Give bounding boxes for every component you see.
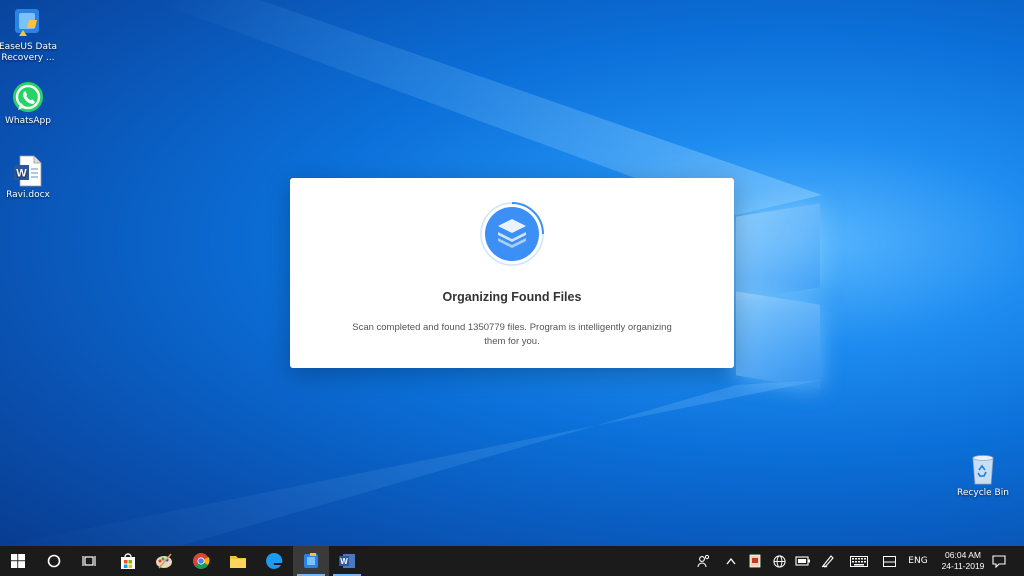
windows-start-icon: [11, 554, 25, 568]
svg-text:W: W: [16, 168, 27, 180]
desktop-icon-easeus[interactable]: EaseUS Data Recovery ...: [0, 6, 65, 64]
taskbar: W ENG 06:04 AM 24-11-2019: [0, 546, 1024, 576]
tray-app-icon[interactable]: [745, 546, 765, 576]
dialog-message: Scan completed and found 1350779 files. …: [352, 322, 672, 347]
taskbar-paint[interactable]: [146, 546, 182, 576]
chevron-up-icon: [726, 557, 736, 565]
tablet-mode-button[interactable]: [878, 546, 900, 576]
window-icon: [882, 555, 896, 567]
pen-workspace-button[interactable]: [817, 546, 839, 576]
touch-keyboard-button[interactable]: [846, 546, 872, 576]
desktop: EaseUS Data Recovery ... WhatsApp W Ravi…: [0, 0, 1024, 546]
input-language-button[interactable]: ENG: [904, 546, 932, 576]
taskbar-store[interactable]: [110, 546, 146, 576]
clock[interactable]: 06:04 AM 24-11-2019: [938, 550, 988, 572]
desktop-icon-label: WhatsApp: [5, 116, 51, 126]
globe-icon: [772, 554, 786, 568]
desktop-icon-label: EaseUS Data Recovery ...: [0, 42, 58, 63]
paint-palette-icon: [156, 553, 172, 569]
pen-icon: [821, 555, 834, 568]
tray-document-icon: [749, 554, 761, 568]
desktop-icon-ravi-docx[interactable]: W Ravi.docx: [0, 154, 65, 201]
clock-time: 06:04 AM: [945, 550, 981, 560]
desktop-icon-label: Ravi.docx: [6, 190, 50, 200]
desktop-icon-recycle-bin[interactable]: Recycle Bin: [946, 452, 1020, 499]
keyboard-icon: [850, 555, 868, 567]
start-button[interactable]: [0, 546, 36, 576]
taskbar-chrome[interactable]: [183, 546, 219, 576]
people-button[interactable]: [692, 546, 716, 576]
desktop-icon-label: Recycle Bin: [957, 488, 1009, 498]
clock-date: 24-11-2019: [941, 561, 985, 571]
edge-icon: [266, 552, 283, 569]
taskbar-easeus[interactable]: [293, 546, 329, 576]
taskbar-word[interactable]: W: [329, 546, 365, 576]
desktop-icon-whatsapp[interactable]: WhatsApp: [0, 80, 65, 127]
dialog-title: Organizing Found Files: [442, 290, 582, 304]
word-icon: W: [339, 554, 355, 568]
taskbar-file-explorer[interactable]: [220, 546, 256, 576]
people-icon: [697, 554, 710, 568]
action-center-button[interactable]: [988, 546, 1010, 576]
organizing-files-dialog: Organizing Found Files Scan completed an…: [290, 178, 734, 368]
folder-icon: [230, 556, 246, 568]
taskbar-edge[interactable]: [256, 546, 292, 576]
easeus-icon: [11, 6, 45, 40]
easeus-taskbar-icon: [304, 553, 318, 568]
store-icon: [121, 553, 135, 569]
word-document-icon: W: [11, 154, 45, 188]
chrome-icon: [193, 553, 210, 569]
windows-logo: [736, 192, 824, 389]
battery-button[interactable]: [792, 546, 814, 576]
cortana-button[interactable]: [36, 546, 72, 576]
task-view-icon: [82, 556, 96, 566]
layers-spinner-icon: [480, 202, 544, 266]
show-hidden-icons-button[interactable]: [722, 546, 740, 576]
notification-icon: [992, 554, 1006, 568]
whatsapp-icon: [11, 80, 45, 114]
battery-plug-icon: [795, 556, 810, 566]
recycle-bin-icon: [966, 452, 1000, 486]
task-view-button[interactable]: [72, 546, 108, 576]
network-button[interactable]: [768, 546, 790, 576]
svg-text:W: W: [340, 557, 348, 566]
cortana-circle-icon: [47, 554, 61, 568]
